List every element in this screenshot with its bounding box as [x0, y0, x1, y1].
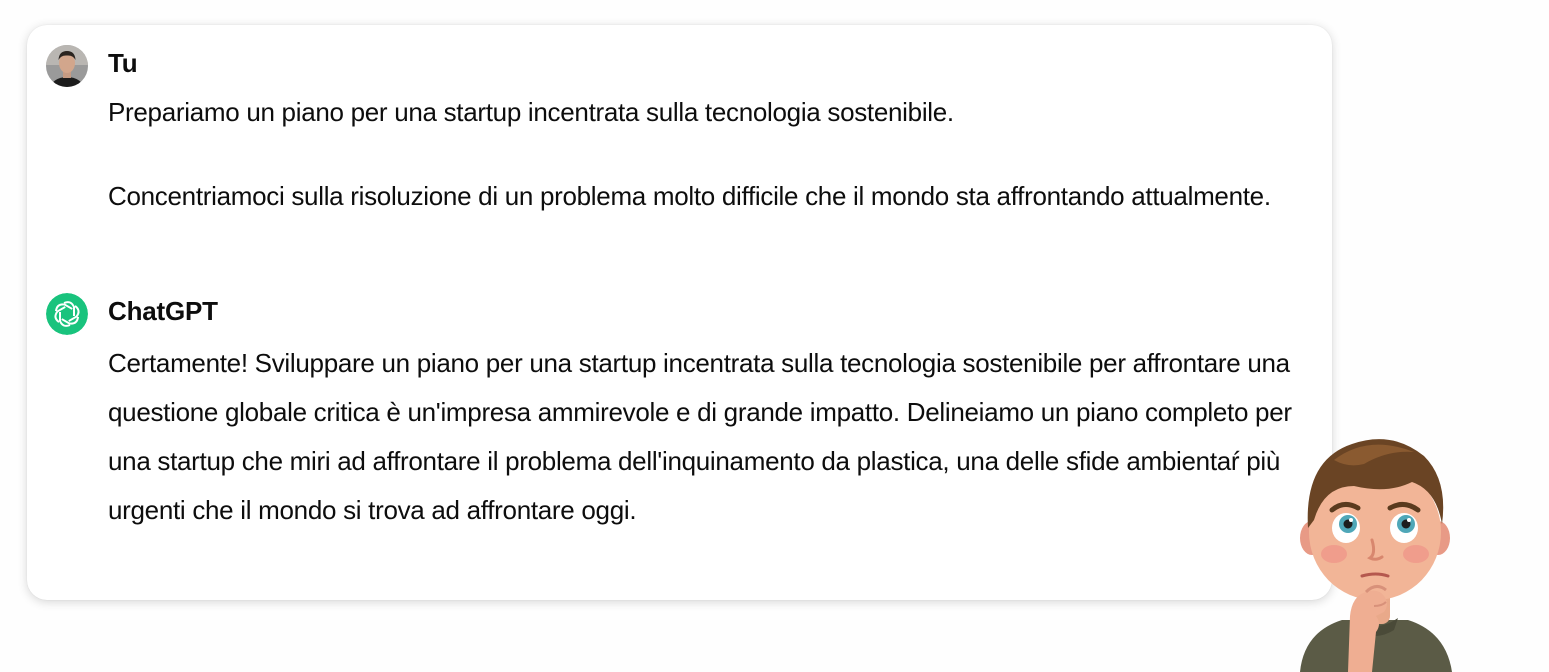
message-body: Certamente! Sviluppare un piano per una … [108, 339, 1298, 535]
message-paragraph: Certamente! Sviluppare un piano per una … [108, 348, 1292, 525]
screenshot-stage: Tu Prepariamo un piano per una startup i… [0, 0, 1549, 672]
user-avatar-icon [46, 45, 88, 87]
message-author: Tu [108, 48, 138, 78]
thinking-cartoon-boy-icon [1290, 420, 1460, 672]
message-author: ChatGPT [108, 296, 218, 326]
message-paragraph: Prepariamo un piano per una startup ince… [108, 97, 954, 127]
message-paragraph: Concentriamoci sulla risoluzione di un p… [108, 181, 1271, 211]
chat-conversation-card: Tu Prepariamo un piano per una startup i… [27, 25, 1332, 600]
message-body: Prepariamo un piano per una startup ince… [108, 91, 1298, 217]
openai-logo-icon [46, 293, 88, 335]
